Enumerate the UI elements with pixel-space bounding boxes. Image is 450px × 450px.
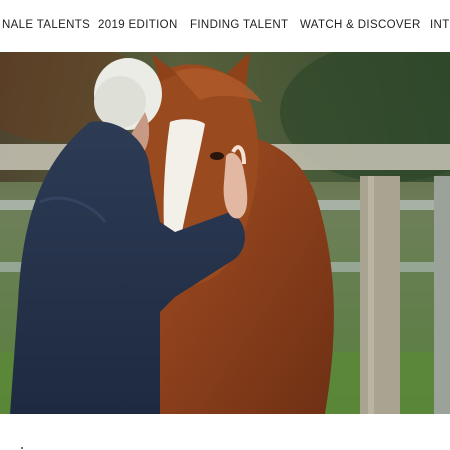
nav-item-watch-and-discover[interactable]: WATCH & DISCOVER — [300, 19, 421, 31]
page: NALE TALENTS 2019 EDITION FINDING TALENT… — [0, 0, 450, 450]
content-area — [0, 414, 450, 450]
nav-item-2019-edition[interactable]: 2019 EDITION — [98, 19, 178, 31]
nav-item-finale-talents[interactable]: NALE TALENTS — [2, 19, 90, 31]
carousel-dot[interactable] — [21, 447, 23, 449]
hero-image — [0, 52, 450, 414]
nav-item-international[interactable]: INTI — [430, 19, 450, 31]
nav-item-finding-talent[interactable]: FINDING TALENT — [190, 19, 288, 31]
top-navigation: NALE TALENTS 2019 EDITION FINDING TALENT… — [0, 0, 450, 52]
